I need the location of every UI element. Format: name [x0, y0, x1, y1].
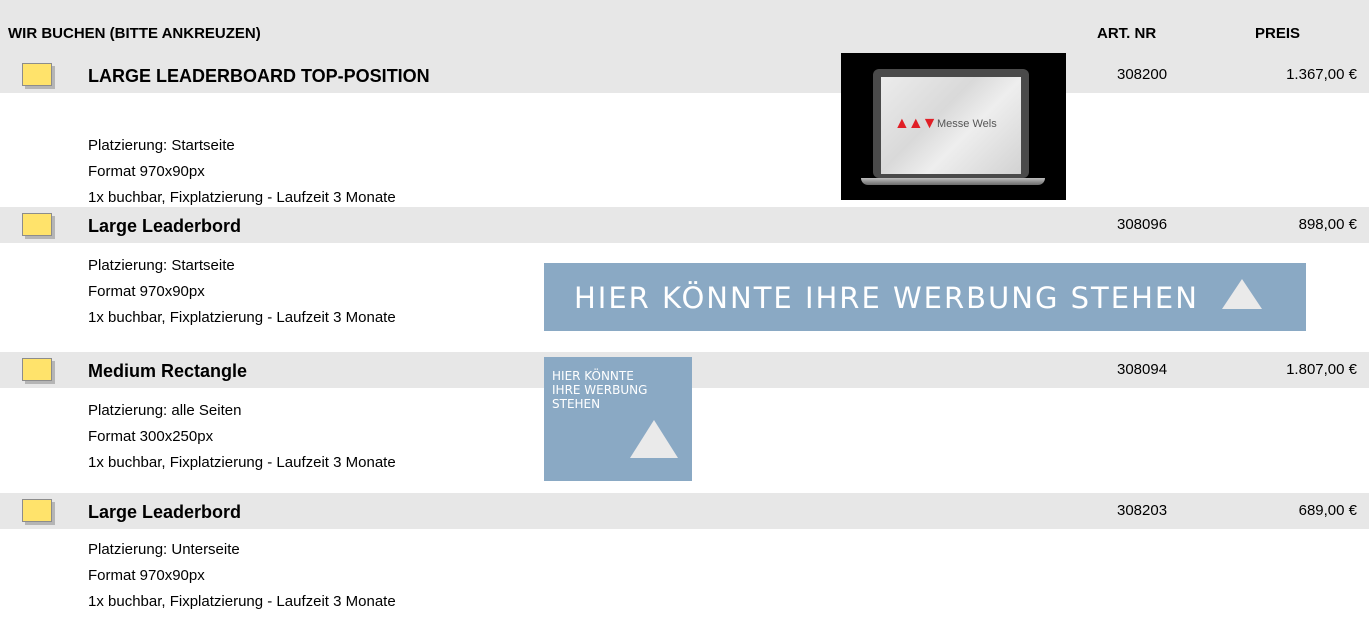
preview-leaderboard-banner: HIER KÖNNTE IHRE WERBUNG STEHEN	[544, 263, 1306, 331]
detail-placement: Platzierung: alle Seiten	[88, 402, 242, 419]
preview-laptop-image: ▲▲▼ Messe Wels	[841, 53, 1066, 200]
detail-terms: 1x buchbar, Fixplatzierung - Laufzeit 3 …	[88, 593, 396, 610]
price: 1.367,00 €	[1286, 66, 1357, 83]
preview-medium-rectangle: HIER KÖNNTE IHRE WERBUNG STEHEN	[544, 357, 692, 481]
art-nr: 308200	[1117, 66, 1168, 83]
booking-checkbox[interactable]	[22, 63, 52, 86]
booking-checkbox[interactable]	[22, 358, 52, 381]
price: 898,00 €	[1298, 216, 1357, 233]
detail-format: Format 970x90px	[88, 283, 205, 300]
detail-placement: Platzierung: Unterseite	[88, 541, 240, 558]
cube-icon	[630, 420, 678, 458]
art-nr: 308096	[1117, 216, 1168, 233]
product-details: Platzierung: Unterseite Format 970x90px …	[88, 537, 396, 615]
product-details: Platzierung: Startseite Format 970x90px …	[88, 253, 396, 331]
rectangle-text-line: IHRE WERBUNG	[552, 383, 648, 397]
header-title: WIR BUCHEN (BITTE ANKREUZEN)	[8, 25, 261, 42]
booking-checkbox[interactable]	[22, 213, 52, 236]
detail-terms: 1x buchbar, Fixplatzierung - Laufzeit 3 …	[88, 309, 396, 326]
banner-text: HIER KÖNNTE IHRE WERBUNG STEHEN	[574, 281, 1199, 315]
detail-placement: Platzierung: Startseite	[88, 137, 235, 154]
rectangle-text: HIER KÖNNTE IHRE WERBUNG STEHEN	[552, 369, 672, 411]
price: 689,00 €	[1298, 502, 1357, 519]
product-title: Large Leaderbord	[88, 216, 242, 236]
logo-text: Messe Wels	[937, 118, 997, 130]
detail-format: Format 970x90px	[88, 567, 205, 584]
detail-placement: Platzierung: Startseite	[88, 257, 235, 274]
laptop-screen-content: ▲▲▼ Messe Wels	[881, 77, 1021, 174]
rectangle-text-line: STEHEN	[552, 397, 601, 411]
header-art-nr: ART. NR	[1097, 25, 1157, 42]
table-header: WIR BUCHEN (BITTE ANKREUZEN) ART. NR PRE…	[0, 0, 1369, 62]
product-details: Platzierung: alle Seiten Format 300x250p…	[88, 398, 396, 476]
laptop-screen: ▲▲▼ Messe Wels	[873, 69, 1029, 178]
art-nr: 308094	[1117, 361, 1168, 378]
rectangle-text-line: HIER KÖNNTE	[552, 369, 634, 383]
laptop-base	[861, 178, 1045, 185]
header-price: PREIS	[1255, 25, 1301, 42]
product-title: Large Leaderbord	[88, 502, 242, 522]
art-nr: 308203	[1117, 502, 1168, 519]
booking-checkbox[interactable]	[22, 499, 52, 522]
cube-icon	[1222, 279, 1262, 309]
product-row: Large Leaderbord 308096 898,00 €	[0, 207, 1369, 243]
product-row: LARGE LEADERBOARD TOP-POSITION 308200 1.…	[0, 57, 1369, 93]
price: 1.807,00 €	[1286, 361, 1357, 378]
detail-format: Format 970x90px	[88, 163, 205, 180]
detail-terms: 1x buchbar, Fixplatzierung - Laufzeit 3 …	[88, 454, 396, 471]
product-row: Large Leaderbord 308203 689,00 €	[0, 493, 1369, 529]
detail-format: Format 300x250px	[88, 428, 214, 445]
messe-wels-logo-icon: ▲▲▼	[894, 115, 937, 132]
product-title: LARGE LEADERBOARD TOP-POSITION	[88, 66, 430, 86]
product-details: Platzierung: Startseite Format 970x90px …	[88, 133, 396, 211]
product-title: Medium Rectangle	[88, 361, 248, 381]
